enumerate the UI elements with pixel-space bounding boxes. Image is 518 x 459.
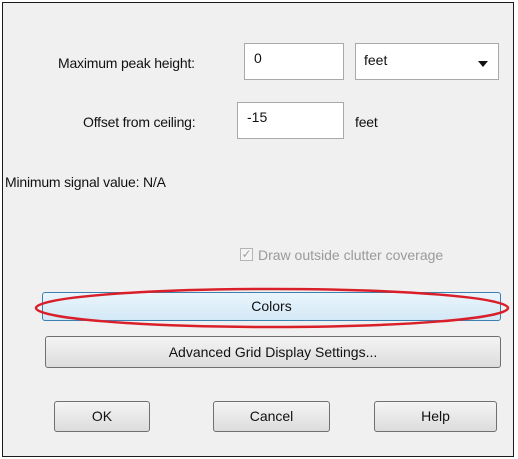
cancel-button[interactable]: Cancel [213,401,330,432]
offset-unit-label: feet [355,114,378,130]
max-peak-height-input[interactable]: 0 [244,43,344,80]
draw-outside-clutter-label: Draw outside clutter coverage [258,247,444,263]
draw-outside-clutter-checkbox[interactable]: ✓ [240,248,253,261]
ok-button[interactable]: OK [54,401,150,432]
offset-from-ceiling-input[interactable]: -15 [237,102,344,139]
offset-from-ceiling-label: Offset from ceiling: [83,114,196,130]
colors-button[interactable]: Colors [42,292,501,321]
chevron-down-icon [478,61,488,67]
max-peak-unit-select[interactable]: feet [355,43,499,80]
minimum-signal-value-text: Minimum signal value: N/A [5,174,166,190]
max-peak-unit-value: feet [364,52,388,68]
settings-dialog: Maximum peak height: 0 feet Offset from … [2,2,514,457]
max-peak-height-label: Maximum peak height: [58,55,195,71]
draw-outside-clutter-row: ✓ Draw outside clutter coverage [240,247,510,265]
advanced-grid-display-settings-button[interactable]: Advanced Grid Display Settings... [45,336,501,368]
help-button[interactable]: Help [374,401,497,432]
